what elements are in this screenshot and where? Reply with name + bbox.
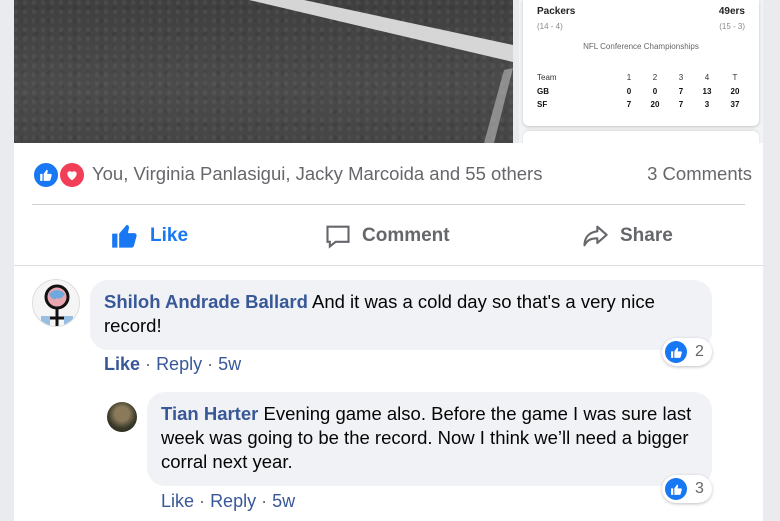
thumbs-up-icon [112,224,137,248]
like-label: Like [150,225,189,246]
share-button[interactable]: Share [580,214,673,258]
like-icon [665,478,687,500]
comment-button[interactable]: Comment [324,214,450,258]
share-label: Share [620,225,673,246]
comment-timestamp[interactable]: 5w [272,491,295,511]
away-team: 49ers [718,6,745,17]
comments-count[interactable]: 3 Comments [647,163,752,185]
comment-author[interactable]: Tian Harter [161,403,258,424]
like-button[interactable]: Like [110,214,188,258]
comment-reply-link[interactable]: Reply [210,491,256,511]
comment-author[interactable]: Shiloh Andrade Ballard [104,291,308,312]
scorecard: Packers (14 - 4) 49ers (15 - 3) NFL Conf… [523,0,759,126]
comment-meta: Like · Reply · 5w [161,491,296,511]
post-photo[interactable] [14,0,513,143]
comment-bubble: Shiloh Andrade Ballard And it was a cold… [90,280,712,350]
avatar[interactable] [107,402,137,432]
home-record: (14 - 4) [537,22,563,31]
reactions-summary: You, Virginia Panlasigui, Jacky Marcoida… [32,159,752,189]
comment-meta: Like · Reply · 5w [104,354,242,374]
reaction-icons[interactable] [32,161,88,189]
comment-reaction-count[interactable]: 2 [662,338,712,366]
score-row-gb: GB 0 0 7 13 20 [537,87,740,96]
comment-icon [326,225,350,249]
like-icon [665,341,687,363]
comment-reaction-count[interactable]: 3 [662,475,712,503]
post-actions: Like Comment Share [32,214,745,258]
home-team: Packers [537,6,576,17]
love-icon [58,161,86,189]
parking-lot-lines [249,0,513,143]
comment-bubble: Tian Harter Evening game also. Before th… [147,392,712,486]
comment-timestamp[interactable]: 5w [218,354,241,374]
post-card: Packers (14 - 4) 49ers (15 - 3) NFL Conf… [14,0,763,521]
comment-label: Comment [362,225,450,246]
comment-reply-link[interactable]: Reply [156,354,202,374]
game-title: NFL Conference Championships [583,42,699,51]
like-icon [32,161,60,189]
divider [32,204,745,205]
share-icon [583,225,608,247]
score-row-sf: SF 7 20 7 3 37 [537,100,740,109]
comment-like-link[interactable]: Like [161,491,194,511]
scorecard-image[interactable]: Packers (14 - 4) 49ers (15 - 3) NFL Conf… [519,0,763,145]
comment-like-link[interactable]: Like [104,354,140,374]
avatar[interactable] [32,279,80,327]
score-header-row: Team 1 2 3 4 T [537,73,738,82]
reaction-names[interactable]: You, Virginia Panlasigui, Jacky Marcoida… [92,163,542,185]
away-record: (15 - 3) [719,22,745,31]
female-symbol-icon [41,284,73,326]
